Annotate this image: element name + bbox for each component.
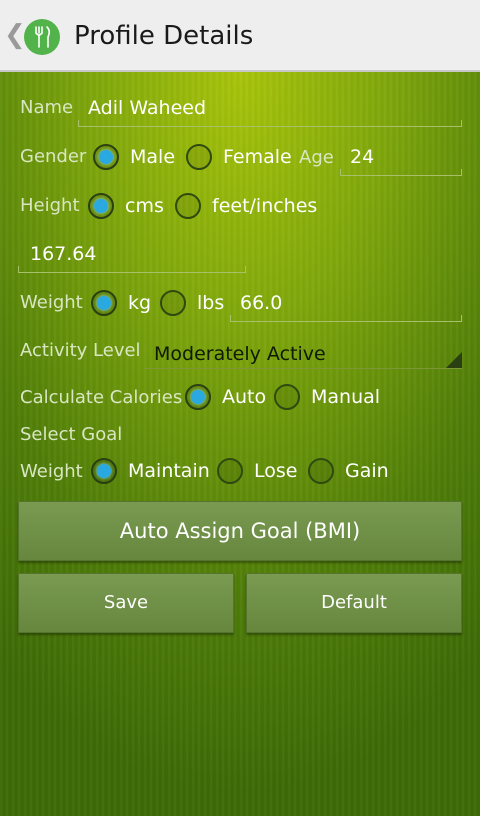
weight-label: Weight: [20, 292, 83, 313]
height-cms-radio[interactable]: [88, 193, 114, 219]
height-value: 167.64: [30, 243, 97, 265]
dropdown-arrow-icon: [446, 352, 462, 368]
weight-kg-label[interactable]: kg: [128, 291, 151, 315]
name-value: Adil Waheed: [88, 97, 207, 119]
calories-auto-radio[interactable]: [185, 384, 211, 410]
weight-value: 66.0: [240, 292, 283, 314]
weight-lbs-radio[interactable]: [160, 290, 186, 316]
default-button[interactable]: Default: [246, 573, 462, 633]
weight-field[interactable]: 66.0: [230, 291, 462, 322]
gender-male-radio[interactable]: [93, 144, 119, 170]
action-bar: ❮ Profile Details: [0, 0, 480, 72]
select-goal-label: Select Goal: [20, 424, 123, 445]
goal-lose-label[interactable]: Lose: [254, 459, 297, 483]
name-label: Name: [20, 97, 74, 118]
gender-female-radio[interactable]: [186, 144, 212, 170]
weight-lbs-label[interactable]: lbs: [197, 291, 224, 315]
weight-kg-radio[interactable]: [91, 290, 117, 316]
gender-label: Gender: [20, 146, 87, 167]
activity-level-value: Moderately Active: [154, 343, 326, 365]
goal-weight-label: Weight: [20, 461, 83, 482]
calories-manual-label[interactable]: Manual: [311, 385, 380, 409]
goal-gain-radio[interactable]: [308, 458, 334, 484]
back-chevron-icon[interactable]: ❮: [4, 20, 26, 50]
age-value: 24: [350, 146, 375, 168]
goal-lose-radio[interactable]: [217, 458, 243, 484]
height-feet-inches-label[interactable]: feet/inches: [212, 194, 317, 218]
fork-knife-icon[interactable]: [24, 19, 60, 55]
height-label: Height: [20, 195, 80, 216]
calories-auto-label[interactable]: Auto: [222, 385, 266, 409]
activity-level-dropdown[interactable]: Moderately Active: [144, 343, 462, 369]
age-label: Age: [299, 147, 334, 168]
calculate-calories-label: Calculate Calories: [20, 387, 183, 408]
calories-manual-radio[interactable]: [274, 384, 300, 410]
goal-maintain-label[interactable]: Maintain: [128, 459, 210, 483]
page-title: Profile Details: [74, 21, 254, 51]
auto-assign-goal-button[interactable]: Auto Assign Goal (BMI): [18, 501, 462, 561]
goal-maintain-radio[interactable]: [91, 458, 117, 484]
save-button[interactable]: Save: [18, 573, 234, 633]
height-feet-inches-radio[interactable]: [175, 193, 201, 219]
activity-level-label: Activity Level: [20, 340, 141, 361]
gender-female-label[interactable]: Female: [223, 145, 292, 169]
gender-male-label[interactable]: Male: [130, 145, 175, 169]
goal-gain-label[interactable]: Gain: [345, 459, 389, 483]
height-field[interactable]: 167.64: [18, 242, 246, 273]
height-cms-label[interactable]: cms: [125, 194, 164, 218]
age-field[interactable]: 24: [340, 145, 462, 176]
name-field[interactable]: Adil Waheed: [78, 96, 462, 127]
